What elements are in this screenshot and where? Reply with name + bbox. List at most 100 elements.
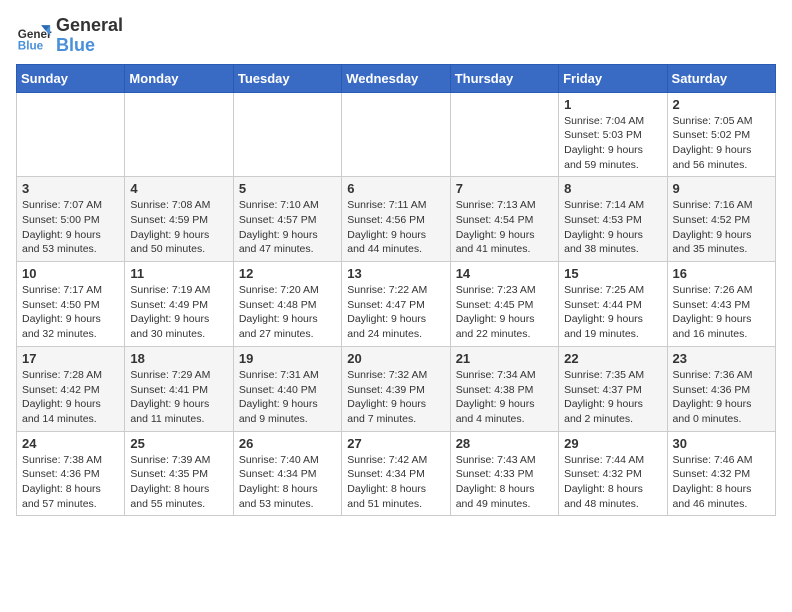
- calendar-cell: [233, 92, 341, 177]
- day-info: Sunrise: 7:05 AMSunset: 5:02 PMDaylight:…: [673, 114, 770, 173]
- day-info: Sunrise: 7:43 AMSunset: 4:33 PMDaylight:…: [456, 453, 553, 512]
- calendar-cell: 25Sunrise: 7:39 AMSunset: 4:35 PMDayligh…: [125, 431, 233, 516]
- calendar-cell: 9Sunrise: 7:16 AMSunset: 4:52 PMDaylight…: [667, 177, 775, 262]
- calendar-cell: [17, 92, 125, 177]
- day-number: 29: [564, 436, 661, 451]
- day-number: 14: [456, 266, 553, 281]
- calendar-cell: [450, 92, 558, 177]
- calendar-cell: 21 Sunrise: 7:34 AMSunset: 4:38 PMDayligh…: [450, 346, 558, 431]
- day-number: 10: [22, 266, 119, 281]
- calendar-cell: 7 Sunrise: 7:13 AMSunset: 4:54 PMDaylight…: [450, 177, 558, 262]
- calendar-week-row: 1Sunrise: 7:04 AMSunset: 5:03 PMDaylight…: [17, 92, 776, 177]
- day-number: 21: [456, 351, 553, 366]
- calendar-cell: 20 Sunrise: 7:32 AMSunset: 4:39 PMDayligh…: [342, 346, 450, 431]
- day-number: 13: [347, 266, 444, 281]
- day-info: Sunrise: 7:31 AMSunset: 4:40 PMDaylight:…: [239, 368, 336, 427]
- calendar-cell: 19 Sunrise: 7:31 AMSunset: 4:40 PMDayligh…: [233, 346, 341, 431]
- day-info: Sunrise: 7:07 AMSunset: 5:00 PMDaylight:…: [22, 198, 119, 257]
- day-number: 27: [347, 436, 444, 451]
- day-info: Sunrise: 7:32 AMSunset: 4:39 PMDaylight:…: [347, 368, 444, 427]
- day-number: 26: [239, 436, 336, 451]
- calendar-week-row: 3 Sunrise: 7:07 AMSunset: 5:00 PMDaylight…: [17, 177, 776, 262]
- day-number: 30: [673, 436, 770, 451]
- day-info: Sunrise: 7:28 AMSunset: 4:42 PMDaylight:…: [22, 368, 119, 427]
- page-header: General Blue General Blue: [16, 16, 776, 56]
- calendar-cell: 15 Sunrise: 7:25 AMSunset: 4:44 PMDayligh…: [559, 262, 667, 347]
- day-info: Sunrise: 7:36 AMSunset: 4:36 PMDaylight:…: [673, 368, 770, 427]
- calendar-week-row: 17 Sunrise: 7:28 AMSunset: 4:42 PMDayligh…: [17, 346, 776, 431]
- calendar-cell: 18 Sunrise: 7:29 AMSunset: 4:41 PMDayligh…: [125, 346, 233, 431]
- day-number: 22: [564, 351, 661, 366]
- day-number: 5: [239, 181, 336, 196]
- day-info: Sunrise: 7:20 AMSunset: 4:48 PMDaylight:…: [239, 283, 336, 342]
- day-number: 20: [347, 351, 444, 366]
- calendar-cell: 28 Sunrise: 7:43 AMSunset: 4:33 PMDayligh…: [450, 431, 558, 516]
- day-of-week-header: Monday: [125, 64, 233, 92]
- day-info: Sunrise: 7:42 AMSunset: 4:34 PMDaylight:…: [347, 453, 444, 512]
- day-of-week-header: Thursday: [450, 64, 558, 92]
- calendar-cell: 17 Sunrise: 7:28 AMSunset: 4:42 PMDayligh…: [17, 346, 125, 431]
- day-number: 24: [22, 436, 119, 451]
- day-of-week-header: Sunday: [17, 64, 125, 92]
- logo: General Blue General Blue: [16, 16, 123, 56]
- calendar-cell: 30 Sunrise: 7:46 AMSunset: 4:32 PMDayligh…: [667, 431, 775, 516]
- day-of-week-header: Wednesday: [342, 64, 450, 92]
- day-number: 19: [239, 351, 336, 366]
- day-info: Sunrise: 7:08 AMSunset: 4:59 PMDaylight:…: [130, 198, 227, 257]
- day-info: Sunrise: 7:38 AMSunset: 4:36 PMDaylight:…: [22, 453, 119, 512]
- day-info: Sunrise: 7:10 AMSunset: 4:57 PMDaylight:…: [239, 198, 336, 257]
- day-info: Sunrise: 7:17 AMSunset: 4:50 PMDaylight:…: [22, 283, 119, 342]
- svg-text:Blue: Blue: [18, 39, 44, 52]
- day-number: 11: [130, 266, 227, 281]
- day-info: Sunrise: 7:46 AMSunset: 4:32 PMDaylight:…: [673, 453, 770, 512]
- day-number: 6: [347, 181, 444, 196]
- calendar-cell: 6 Sunrise: 7:11 AMSunset: 4:56 PMDaylight…: [342, 177, 450, 262]
- calendar-cell: 1Sunrise: 7:04 AMSunset: 5:03 PMDaylight…: [559, 92, 667, 177]
- day-number: 7: [456, 181, 553, 196]
- calendar-cell: 22 Sunrise: 7:35 AMSunset: 4:37 PMDayligh…: [559, 346, 667, 431]
- calendar-week-row: 10 Sunrise: 7:17 AMSunset: 4:50 PMDayligh…: [17, 262, 776, 347]
- day-number: 28: [456, 436, 553, 451]
- day-number: 12: [239, 266, 336, 281]
- calendar-cell: 8 Sunrise: 7:14 AMSunset: 4:53 PMDaylight…: [559, 177, 667, 262]
- day-info: Sunrise: 7:14 AMSunset: 4:53 PMDaylight:…: [564, 198, 661, 257]
- day-number: 8: [564, 181, 661, 196]
- day-info: Sunrise: 7:13 AMSunset: 4:54 PMDaylight:…: [456, 198, 553, 257]
- calendar-cell: 3 Sunrise: 7:07 AMSunset: 5:00 PMDaylight…: [17, 177, 125, 262]
- day-info: Sunrise: 7:29 AMSunset: 4:41 PMDaylight:…: [130, 368, 227, 427]
- day-info: Sunrise: 7:25 AMSunset: 4:44 PMDaylight:…: [564, 283, 661, 342]
- day-number: 17: [22, 351, 119, 366]
- calendar-cell: [342, 92, 450, 177]
- day-number: 4: [130, 181, 227, 196]
- day-info: Sunrise: 7:44 AMSunset: 4:32 PMDaylight:…: [564, 453, 661, 512]
- day-number: 18: [130, 351, 227, 366]
- calendar-cell: 16 Sunrise: 7:26 AMSunset: 4:43 PMDayligh…: [667, 262, 775, 347]
- day-info: Sunrise: 7:26 AMSunset: 4:43 PMDaylight:…: [673, 283, 770, 342]
- calendar-cell: 13 Sunrise: 7:22 AMSunset: 4:47 PMDayligh…: [342, 262, 450, 347]
- calendar-cell: 2 Sunrise: 7:05 AMSunset: 5:02 PMDaylight…: [667, 92, 775, 177]
- calendar-cell: 27 Sunrise: 7:42 AMSunset: 4:34 PMDayligh…: [342, 431, 450, 516]
- day-info: Sunrise: 7:40 AMSunset: 4:34 PMDaylight:…: [239, 453, 336, 512]
- day-number: 3: [22, 181, 119, 196]
- day-of-week-header: Tuesday: [233, 64, 341, 92]
- calendar-week-row: 24 Sunrise: 7:38 AMSunset: 4:36 PMDayligh…: [17, 431, 776, 516]
- day-info: Sunrise: 7:16 AMSunset: 4:52 PMDaylight:…: [673, 198, 770, 257]
- calendar-cell: 24 Sunrise: 7:38 AMSunset: 4:36 PMDayligh…: [17, 431, 125, 516]
- day-number: 2: [673, 97, 770, 112]
- logo-icon: General Blue: [16, 18, 52, 54]
- day-info: Sunrise: 7:22 AMSunset: 4:47 PMDaylight:…: [347, 283, 444, 342]
- day-info: Sunrise: 7:04 AMSunset: 5:03 PMDaylight:…: [564, 114, 661, 173]
- day-info: Sunrise: 7:11 AMSunset: 4:56 PMDaylight:…: [347, 198, 444, 257]
- logo-text: General Blue: [56, 16, 123, 56]
- calendar-cell: 29 Sunrise: 7:44 AMSunset: 4:32 PMDayligh…: [559, 431, 667, 516]
- calendar-cell: 10 Sunrise: 7:17 AMSunset: 4:50 PMDayligh…: [17, 262, 125, 347]
- calendar-cell: 14Sunrise: 7:23 AMSunset: 4:45 PMDayligh…: [450, 262, 558, 347]
- day-of-week-header: Saturday: [667, 64, 775, 92]
- day-info: Sunrise: 7:35 AMSunset: 4:37 PMDaylight:…: [564, 368, 661, 427]
- day-info: Sunrise: 7:34 AMSunset: 4:38 PMDaylight:…: [456, 368, 553, 427]
- day-number: 16: [673, 266, 770, 281]
- day-number: 15: [564, 266, 661, 281]
- calendar-cell: 23 Sunrise: 7:36 AMSunset: 4:36 PMDayligh…: [667, 346, 775, 431]
- day-number: 23: [673, 351, 770, 366]
- calendar-table: SundayMondayTuesdayWednesdayThursdayFrid…: [16, 64, 776, 517]
